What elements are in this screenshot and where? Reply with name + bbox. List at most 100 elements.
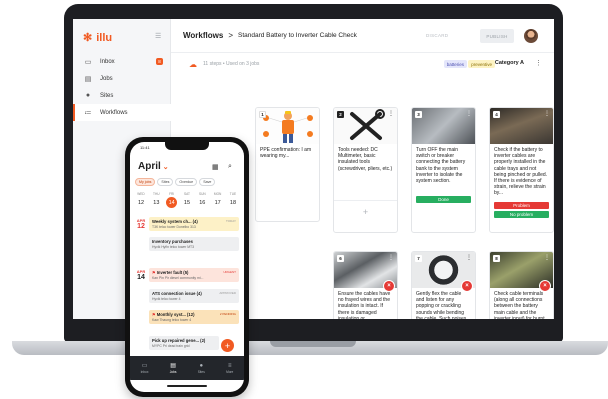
error-x-icon: × <box>539 280 551 292</box>
job-item[interactable]: ⚑Monthly syst... (12) Kaw Thaung telco t… <box>149 310 239 324</box>
step-card-4[interactable]: 4 ⋮ Check if the battery to inverter cab… <box>489 107 554 233</box>
day-number: 14 <box>166 197 178 208</box>
step-card-6[interactable]: 6 ⋮ × Ensure the cables have no frayed w… <box>333 251 398 319</box>
filter-my-jobs[interactable]: My jobs <box>135 178 156 186</box>
day-thu[interactable]: THU 13 <box>149 192 163 212</box>
sidebar-item-label: Inbox <box>100 58 115 65</box>
tab-more[interactable]: ≡ More <box>226 363 233 374</box>
collapse-sidebar-icon[interactable]: ☰ <box>155 32 161 40</box>
sidebar-item-jobs[interactable]: ▤ Jobs <box>73 70 171 87</box>
card-more-icon[interactable]: ⋮ <box>466 254 472 261</box>
step-card-2[interactable]: 2 ⋮ Tools needed: DC Multimeter, basic i… <box>333 107 398 233</box>
day-number: 16 <box>199 199 206 206</box>
job-status: TODAY <box>225 219 236 223</box>
flag-icon: ⚑ <box>152 270 156 275</box>
day-sat[interactable]: SAT 15 <box>180 192 194 212</box>
day-tue[interactable]: TUE 18 <box>226 192 240 212</box>
card-more-icon[interactable]: ⋮ <box>544 110 550 117</box>
add-attachment-icon[interactable]: + <box>334 207 397 217</box>
sidebar-item-workflows[interactable]: ≔ Workflows <box>73 104 171 121</box>
laptop-notch <box>270 341 356 347</box>
month-selector[interactable]: April ⌄ <box>138 161 169 172</box>
inbox-icon: ▭ <box>141 363 148 369</box>
top-bar: Workflows > Standard Battery to Inverter… <box>171 19 554 53</box>
bottom-tab-bar: ▭ Inbox ▤ Jobs ● Sites ≡ More <box>130 356 244 380</box>
job-item[interactable]: ATS connection issue (4) Hyvik telco tow… <box>149 289 239 303</box>
job-title-text: Inverter fault (5) <box>156 270 189 275</box>
step-number: 4 <box>493 111 500 118</box>
publish-button[interactable]: PUBLISH <box>480 29 514 43</box>
step-card-7[interactable]: 7 ⋮ × Gently flex the cable and listen f… <box>411 251 476 319</box>
steps-summary: 11 steps • Used on 3 jobs <box>203 61 260 67</box>
day-sun[interactable]: SUN 16 <box>195 192 209 212</box>
tab-label: Sites <box>197 369 205 374</box>
step-card-3[interactable]: 3 ⋮ Turn OFF the main switch or breaker … <box>411 107 476 233</box>
job-site: Kan Pin Pir diesel community mi... <box>152 276 204 280</box>
no-problem-button[interactable]: No problem <box>494 211 549 218</box>
day-number: 13 <box>153 199 160 206</box>
day-mon[interactable]: MON 17 <box>211 192 225 212</box>
tab-sites[interactable]: ● Sites <box>198 363 205 374</box>
job-item[interactable]: Pick up repaired gene... (2) MYPC Pri de… <box>149 336 219 350</box>
step-number: 6 <box>337 255 344 262</box>
card-more-icon[interactable]: ⋮ <box>544 254 550 261</box>
step-text: Ensure the cables have no frayed wires a… <box>338 291 391 319</box>
phone-notch <box>165 142 209 150</box>
menu-icon: ≡ <box>227 362 232 369</box>
step-number: 7 <box>415 255 422 262</box>
app-logo[interactable]: ✻ illu <box>83 31 112 45</box>
sidebar-item-inbox[interactable]: ▭ Inbox 8 <box>73 53 171 70</box>
step-image: 2 ⋮ <box>334 108 397 144</box>
tag-batteries[interactable]: batteries <box>443 60 467 68</box>
sidebar-item-sites[interactable]: ● Sites <box>73 87 171 104</box>
more-options-icon[interactable]: ⋮ <box>535 59 542 67</box>
card-more-icon[interactable]: ⋮ <box>466 110 472 117</box>
sidebar-nav: ▭ Inbox 8 ▤ Jobs ● Sites ≔ Workflows <box>73 53 171 121</box>
tab-jobs[interactable]: ▤ Jobs <box>170 362 177 374</box>
location-pin-icon: ● <box>199 362 204 369</box>
avatar[interactable] <box>524 29 538 43</box>
home-indicator <box>167 385 207 387</box>
step-image: 6 ⋮ × <box>334 252 397 292</box>
card-more-icon[interactable]: ⋮ <box>388 254 394 261</box>
inbox-icon: ▭ <box>84 58 92 66</box>
sidebar-item-label: Sites <box>100 92 114 99</box>
job-status: 2 PENDING <box>219 312 236 316</box>
step-card-1[interactable]: 1 PPE confirmation: I am wearing my... <box>255 107 320 222</box>
filter-overdue[interactable]: Overdue <box>175 178 198 186</box>
add-job-button[interactable]: + <box>221 339 234 352</box>
day-name: TUE <box>229 192 237 196</box>
calendar-icon[interactable]: ▦ <box>212 163 219 171</box>
day-number: 17 <box>214 199 221 206</box>
day-fri[interactable]: FRI 14 <box>165 192 179 212</box>
search-icon[interactable]: ⌕ <box>228 163 232 171</box>
tag-preventive[interactable]: preventive <box>468 60 495 68</box>
chevron-down-icon: ⌄ <box>162 164 169 171</box>
step-card-8[interactable]: 8 ⋮ × Check cable terminals (along all c… <box>489 251 554 319</box>
discard-button[interactable]: DISCARD <box>426 33 448 38</box>
workflow-icon: ≔ <box>84 109 92 117</box>
job-item[interactable]: ⚑Inverter fault (5) Kan Pin Pir diesel c… <box>149 268 239 282</box>
filter-chips: My jobs Sites Overdue Save <box>135 178 216 186</box>
job-item[interactable]: Weekly system ch... (4) T3K telco tower … <box>149 217 239 231</box>
step-image: 4 ⋮ <box>490 108 553 144</box>
breadcrumb-root[interactable]: Workflows <box>183 31 223 40</box>
filter-sites[interactable]: Sites <box>157 178 174 186</box>
step-text: Gently flex the cable and listen for any… <box>416 291 467 319</box>
day-wed[interactable]: WED 12 <box>134 192 148 212</box>
problem-button[interactable]: Problem <box>494 202 549 209</box>
filter-save[interactable]: Save <box>199 178 216 186</box>
job-status: APPROVED <box>219 291 236 295</box>
job-title: Inventory purchases <box>152 239 193 244</box>
day-number: 15 <box>183 199 191 206</box>
card-more-icon[interactable]: ⋮ <box>388 110 394 117</box>
job-item[interactable]: Inventory purchases Hyvik Hyfin telco to… <box>149 237 239 251</box>
category-label[interactable]: Category A <box>495 60 524 66</box>
day-name: SUN <box>198 192 206 196</box>
step-number: 1 <box>259 111 266 118</box>
done-button[interactable]: Done <box>416 196 471 203</box>
cloud-icon: ☁ <box>189 59 197 69</box>
step-image: 1 <box>256 108 319 144</box>
job-title: Weekly system ch... (4) <box>152 219 198 224</box>
tab-inbox[interactable]: ▭ Inbox <box>141 362 149 374</box>
